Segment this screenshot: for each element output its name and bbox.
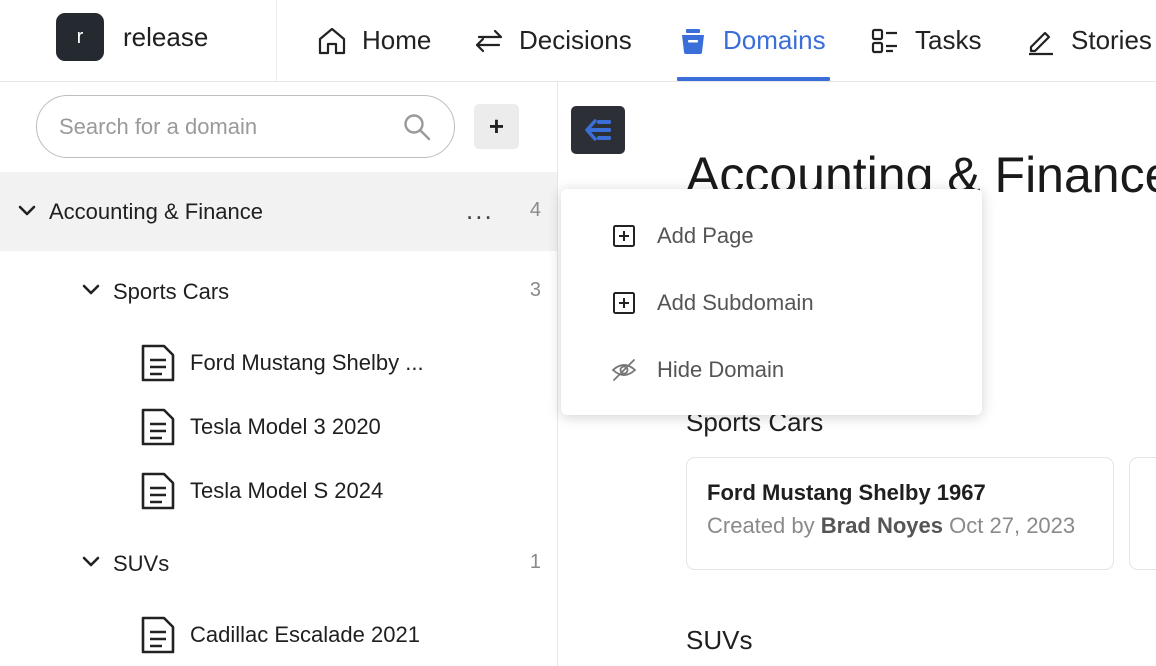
tree-page-item[interactable]: Cadillac Escalade 2021 bbox=[0, 603, 557, 666]
created-by-label: Created by bbox=[707, 513, 815, 538]
nav-domains[interactable]: Domains bbox=[677, 0, 830, 81]
search-icon[interactable] bbox=[402, 112, 432, 142]
tree-page-item[interactable]: Tesla Model S 2024 bbox=[0, 459, 557, 523]
plus-square-icon bbox=[613, 292, 635, 314]
tree-page-label: Cadillac Escalade 2021 bbox=[190, 622, 420, 647]
eye-off-icon bbox=[611, 359, 637, 381]
nav-tasks[interactable]: Tasks bbox=[869, 0, 981, 81]
document-icon bbox=[141, 616, 175, 654]
basket-icon bbox=[682, 28, 704, 54]
domain-context-menu: Add Page Add Subdomain Hide Domain bbox=[561, 189, 982, 415]
nav-domains-label: Domains bbox=[723, 25, 826, 55]
domains-sidebar: + Accounting & Finance ... 4 Sports Cars… bbox=[0, 82, 558, 666]
tree-page-label: Tesla Model 3 2020 bbox=[190, 414, 381, 439]
collapse-left-icon bbox=[585, 119, 611, 141]
plus-square-icon bbox=[613, 225, 635, 247]
pencil-icon bbox=[1029, 31, 1053, 55]
card-author: Brad Noyes bbox=[820, 513, 944, 538]
page-card-meta: Created by Brad Noyes Oct 27, 2023 bbox=[707, 513, 1075, 539]
home-icon bbox=[318, 27, 346, 54]
menu-item-label: Add Page bbox=[657, 223, 754, 248]
nav-home[interactable]: Home bbox=[316, 0, 431, 81]
nav-tasks-label: Tasks bbox=[915, 25, 982, 55]
tree-item-suvs[interactable]: SUVs 1 bbox=[0, 532, 557, 596]
nav-decisions-label: Decisions bbox=[519, 25, 632, 55]
chevron-down-icon[interactable] bbox=[16, 200, 38, 222]
section-title-suvs: SUVs bbox=[686, 625, 753, 655]
workspace-avatar[interactable]: r bbox=[56, 13, 104, 61]
nav-stories[interactable]: Stories bbox=[1025, 0, 1152, 81]
tree-page-label: Ford Mustang Shelby ... bbox=[190, 350, 424, 375]
menu-item-label: Add Subdomain bbox=[657, 290, 814, 315]
document-icon bbox=[141, 472, 175, 510]
document-icon bbox=[141, 344, 175, 382]
tree-page-label: Tesla Model S 2024 bbox=[190, 478, 384, 503]
list-icon bbox=[871, 28, 897, 53]
tree-page-item[interactable]: Tesla Model 3 2020 bbox=[0, 395, 557, 459]
domain-search[interactable] bbox=[36, 95, 455, 158]
nav-stories-label: Stories bbox=[1071, 25, 1152, 55]
tree-item-count: 4 bbox=[529, 199, 541, 221]
tree-item-accounting-finance[interactable]: Accounting & Finance ... 4 bbox=[0, 172, 557, 251]
tree-item-sports-cars[interactable]: Sports Cars 3 bbox=[0, 260, 557, 324]
page-card[interactable]: Ford Mustang Shelby 1967 Created by Brad… bbox=[686, 457, 1114, 570]
add-domain-button[interactable]: + bbox=[474, 104, 519, 149]
arrows-exchange-icon bbox=[475, 29, 503, 52]
tree-item-count: 3 bbox=[529, 279, 541, 301]
page-card-title: Ford Mustang Shelby 1967 bbox=[707, 480, 986, 505]
menu-item-add-page[interactable]: Add Page bbox=[561, 206, 982, 266]
tree-item-label: Sports Cars bbox=[113, 279, 230, 304]
collapse-sidebar-button[interactable] bbox=[571, 106, 625, 154]
page-card-partial[interactable] bbox=[1129, 457, 1156, 570]
menu-item-label: Hide Domain bbox=[657, 357, 785, 382]
menu-item-add-subdomain[interactable]: Add Subdomain bbox=[561, 273, 982, 333]
menu-item-hide-domain[interactable]: Hide Domain bbox=[561, 340, 982, 400]
top-navigation-bar: r release Home Decisions Domains Tasks S… bbox=[0, 0, 1156, 82]
tree-page-item[interactable]: Ford Mustang Shelby ... bbox=[0, 331, 557, 395]
domain-search-input[interactable] bbox=[59, 110, 389, 144]
workspace-name[interactable]: release bbox=[123, 22, 208, 53]
document-icon bbox=[141, 408, 175, 446]
chevron-down-icon[interactable] bbox=[80, 551, 102, 573]
chevron-down-icon[interactable] bbox=[80, 279, 102, 301]
tree-item-count: 1 bbox=[529, 551, 541, 573]
tree-item-label: Accounting & Finance bbox=[49, 199, 264, 224]
nav-home-label: Home bbox=[362, 25, 432, 55]
tree-item-label: SUVs bbox=[113, 551, 170, 576]
nav-decisions[interactable]: Decisions bbox=[473, 0, 632, 81]
card-date: Oct 27, 2023 bbox=[949, 513, 1076, 538]
workspace-brand[interactable]: r release bbox=[0, 0, 277, 81]
